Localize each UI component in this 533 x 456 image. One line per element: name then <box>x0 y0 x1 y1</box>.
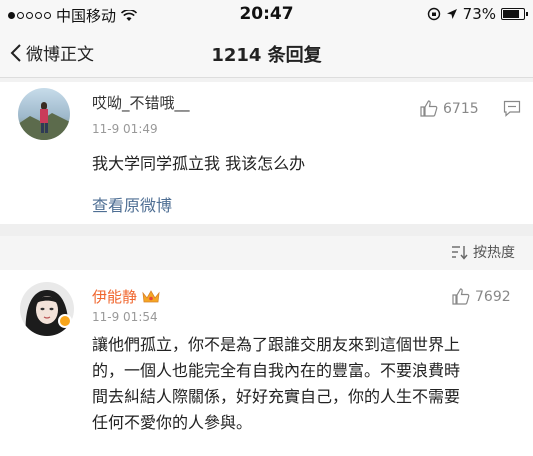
reply-like-count: 7692 <box>475 288 511 305</box>
vip-crown-icon <box>142 289 160 302</box>
status-right: 73% <box>427 5 528 23</box>
page-title: 1214 条回复 <box>211 45 322 66</box>
verified-badge-icon <box>58 314 72 328</box>
reply-timestamp: 11-9 01:54 <box>92 310 158 324</box>
reply-like-button[interactable]: 7692 <box>452 288 511 305</box>
reply-text-line: 間去糾結人際關係，好好充實自己，你的人生不需要 <box>92 387 461 406</box>
orientation-lock-icon <box>427 7 440 21</box>
thumbs-up-icon <box>420 100 438 117</box>
sort-icon <box>452 246 468 260</box>
reply-item: 伊能静 11-9 01:54 7692 讓他們孤立，你不是為了跟誰交朋友來到這個… <box>0 270 533 456</box>
section-divider <box>0 224 533 236</box>
sort-by-hot-button[interactable]: 按热度 <box>451 242 515 262</box>
view-original-link[interactable]: 查看原微博 <box>92 192 172 216</box>
reply-text-line: 的，一個人也能完全有自我內在的豐富。不要浪費時 <box>92 361 461 380</box>
post-like-count: 6715 <box>443 100 479 117</box>
post-timestamp: 11-9 01:49 <box>92 122 158 136</box>
post-like-button[interactable]: 6715 <box>420 100 479 117</box>
original-post: 哎呦_不错哦__ 11-9 01:49 6715 我大学同学孤立我 我该怎么办 … <box>0 82 533 224</box>
reply-username: 伊能静 <box>92 288 138 306</box>
avatar[interactable] <box>18 88 70 140</box>
status-bar: 中国移动 20:47 73% <box>0 0 533 30</box>
sort-bar: 按热度 <box>0 236 533 270</box>
location-icon <box>446 9 457 19</box>
thumbs-up-icon <box>452 288 470 305</box>
reply-username-row[interactable]: 伊能静 <box>92 286 161 307</box>
reply-text-line: 任何不愛你的人參與。 <box>92 413 253 432</box>
post-username[interactable]: 哎呦_不错哦__ <box>92 92 190 113</box>
battery-percent: 73% <box>462 5 496 23</box>
nav-bar: 微博正文 1214 条回复 <box>0 30 533 78</box>
reply-text-line: 讓他們孤立，你不是為了跟誰交朋友來到這個世界上 <box>92 335 461 354</box>
avatar-image <box>18 102 70 140</box>
post-text: 我大学同学孤立我 我该怎么办 <box>92 154 306 173</box>
sort-label: 按热度 <box>473 245 515 261</box>
reply-text: 讓他們孤立，你不是為了跟誰交朋友來到這個世界上 的，一個人也能完全有自我內在的豐… <box>92 332 518 436</box>
comment-icon[interactable] <box>503 100 521 117</box>
battery-icon <box>501 8 528 20</box>
